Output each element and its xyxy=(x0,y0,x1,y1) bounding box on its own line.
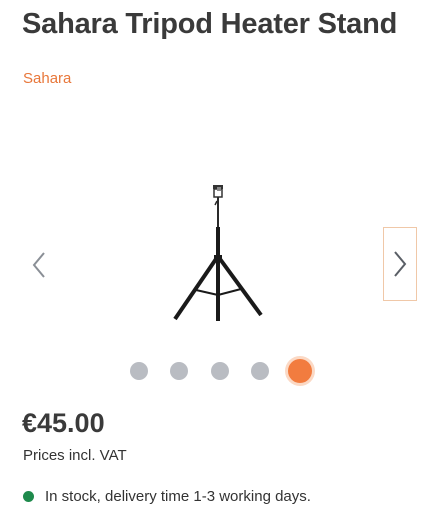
chevron-right-icon xyxy=(394,251,407,277)
product-price: €45.00 xyxy=(22,408,105,438)
product-title: Sahara Tripod Heater Stand xyxy=(22,8,398,40)
gallery-dot-2[interactable] xyxy=(170,362,188,380)
gallery-dot-4[interactable] xyxy=(251,362,269,380)
stock-status-text: In stock, delivery time 1-3 working days… xyxy=(45,488,311,505)
gallery-prev-button[interactable] xyxy=(26,250,52,280)
stock-status: In stock, delivery time 1-3 working days… xyxy=(23,488,311,505)
chevron-left-icon xyxy=(32,252,45,278)
image-gallery xyxy=(0,110,440,350)
gallery-dot-5-active[interactable] xyxy=(288,359,312,383)
gallery-next-button[interactable] xyxy=(383,227,417,301)
gallery-dot-1[interactable] xyxy=(130,362,148,380)
gallery-pagination xyxy=(0,358,440,384)
product-image-tripod-stand[interactable] xyxy=(165,185,275,325)
gallery-dot-3[interactable] xyxy=(211,362,229,380)
vat-note: Prices incl. VAT xyxy=(23,447,127,464)
in-stock-indicator-icon xyxy=(23,491,34,502)
brand-link[interactable]: Sahara xyxy=(23,70,71,87)
